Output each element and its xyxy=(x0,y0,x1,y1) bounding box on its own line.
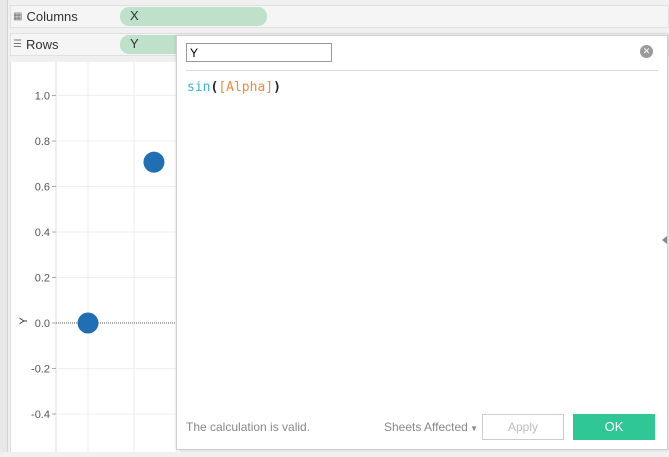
columns-label: Columns xyxy=(26,9,78,24)
y-tick-label: -0.4 xyxy=(31,409,50,421)
formula-paren: ) xyxy=(273,80,281,95)
y-tick-label: 0.2 xyxy=(35,273,50,285)
chart-area: 1.0 0.8 0.6 0.4 0.2 0.0 -0.2 -0.4 Y xyxy=(10,62,181,452)
columns-shelf[interactable]: ▦ Columns X xyxy=(10,5,669,28)
ok-button[interactable]: OK xyxy=(573,414,655,440)
y-tick-label: 1.0 xyxy=(35,91,50,103)
apply-button[interactable]: Apply xyxy=(482,414,564,440)
left-panel-edge xyxy=(0,0,8,452)
validation-status: The calculation is valid. xyxy=(186,420,311,434)
y-tick-label: 0.0 xyxy=(35,318,50,330)
y-tick-label: 0.8 xyxy=(35,136,50,148)
formula-field: [Alpha] xyxy=(218,80,274,95)
calculation-dialog: ✕ sin([Alpha]) The calculation is valid.… xyxy=(176,35,668,450)
formula-editor[interactable]: sin([Alpha]) xyxy=(187,80,281,95)
sheets-affected-label: Sheets Affected xyxy=(384,420,468,434)
y-tick-label: 0.4 xyxy=(35,227,50,239)
expand-handle-icon[interactable] xyxy=(662,236,667,244)
y-axis-label: Y xyxy=(18,317,30,325)
divider xyxy=(186,70,658,71)
formula-function: sin xyxy=(187,80,211,95)
scatter-plot: 1.0 0.8 0.6 0.4 0.2 0.0 -0.2 -0.4 Y xyxy=(18,62,181,452)
y-tick-label: 0.6 xyxy=(35,182,50,194)
y-tick-label: -0.2 xyxy=(31,364,50,376)
calc-name-input[interactable] xyxy=(186,43,332,62)
x-pill[interactable]: X xyxy=(120,7,267,26)
columns-icon: ▦ xyxy=(13,11,23,22)
caret-down-icon: ▼ xyxy=(467,424,478,433)
data-point xyxy=(77,312,99,334)
rows-label: Rows xyxy=(25,37,59,52)
rows-icon: ☰ xyxy=(13,39,22,50)
close-icon[interactable]: ✕ xyxy=(640,45,653,58)
sheets-affected-dropdown[interactable]: Sheets Affected ▼ xyxy=(384,420,478,434)
data-point xyxy=(143,151,165,173)
